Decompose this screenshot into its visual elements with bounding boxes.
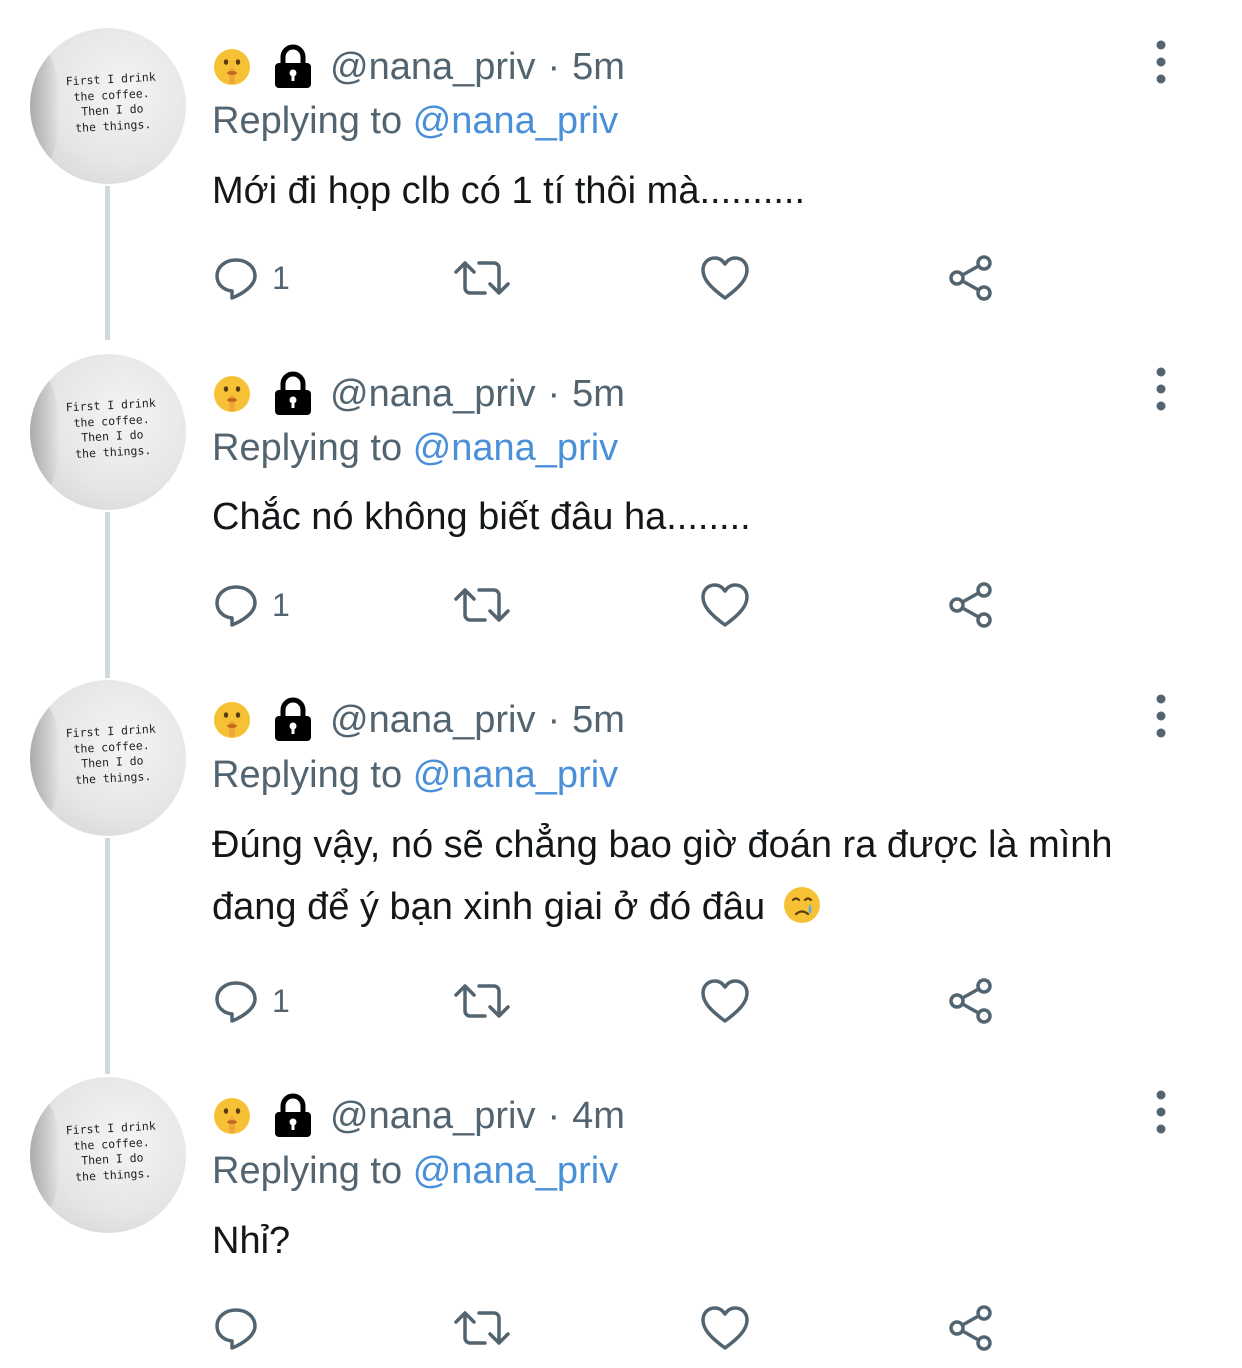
retweet-icon — [454, 1311, 510, 1345]
lock-icon — [275, 1093, 311, 1137]
separator-dot: · — [547, 1094, 561, 1137]
avatar[interactable]: First I drink the coffee. Then I do the … — [30, 1077, 186, 1233]
tweet-header: @nana_priv · 4m — [212, 1091, 625, 1141]
reply-icon — [215, 1308, 257, 1350]
avatar-printed-text: First I drink the coffee. Then I do the … — [65, 1118, 157, 1184]
replying-to-line: Replying to @nana_priv — [212, 1146, 618, 1196]
like-button[interactable] — [700, 1302, 750, 1354]
tweet[interactable]: First I drink the coffee. Then I do the … — [0, 0, 1242, 1368]
replying-to-label: Replying to — [212, 1150, 403, 1192]
share-button[interactable] — [946, 1302, 996, 1354]
retweet-button[interactable] — [452, 1302, 512, 1354]
tweet-handle[interactable]: @nana_priv — [330, 1095, 535, 1138]
shushing-face-emoji-icon — [214, 1098, 250, 1134]
reply-button[interactable] — [212, 1302, 272, 1354]
tweet-text: Nhỉ? — [212, 1220, 291, 1262]
more-vertical-icon[interactable] — [1148, 1090, 1174, 1134]
tweet-actions — [212, 1302, 1032, 1354]
share-icon — [949, 1305, 992, 1351]
tweet-timestamp[interactable]: 4m — [572, 1095, 625, 1138]
replying-to-mention[interactable]: @nana_priv — [413, 1150, 618, 1192]
heart-icon — [701, 1306, 749, 1350]
